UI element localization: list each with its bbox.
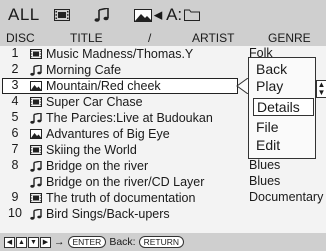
title-text: Morning Cafe bbox=[46, 63, 122, 77]
genre-cell: Blues bbox=[249, 158, 281, 172]
disc-number: 9 bbox=[11, 190, 19, 204]
title-text: The Parcies:Live at Budoukan bbox=[46, 111, 213, 125]
list-item[interactable]: 8 Bridge on the river Blues bbox=[0, 158, 326, 174]
return-key-label: RETURN bbox=[138, 236, 184, 248]
music-note-icon bbox=[30, 64, 44, 76]
disc-number: 6 bbox=[11, 126, 19, 140]
title-cell: Bird Sings/Back-upers bbox=[30, 206, 170, 222]
title-cell: Morning Cafe bbox=[30, 62, 121, 78]
right-arrow-icon: ▶ bbox=[40, 236, 51, 248]
enter-key-label: ENTER bbox=[67, 236, 107, 248]
column-header: DISC TITLE / ARTIST GENRE bbox=[0, 30, 326, 46]
film-icon bbox=[30, 193, 44, 203]
title-text: Super Car Chase bbox=[46, 95, 143, 109]
popup-pointer bbox=[236, 78, 248, 94]
picture-icon bbox=[30, 81, 44, 91]
film-icon[interactable] bbox=[53, 9, 70, 21]
context-menu: Back Play Details File Edit bbox=[248, 57, 316, 159]
title-cell: Advantures of Big Eye bbox=[30, 126, 170, 142]
menu-item-play[interactable]: Play bbox=[253, 78, 312, 94]
title-cell: Mountain/Red cheek bbox=[30, 78, 161, 94]
disc-number: 1 bbox=[11, 46, 19, 60]
film-icon bbox=[30, 97, 44, 107]
list-item[interactable]: 9 The truth of documentation Documentary bbox=[0, 190, 326, 206]
title-cell: Bridge on the river bbox=[30, 158, 148, 174]
music-note-icon[interactable] bbox=[94, 8, 110, 22]
disc-number: 8 bbox=[11, 158, 19, 172]
disc-header: DISC bbox=[6, 31, 35, 45]
genre-cell: Blues bbox=[249, 174, 281, 188]
title-header: TITLE bbox=[70, 31, 103, 45]
disc-number: 3 bbox=[11, 78, 19, 92]
title-cell: Music Madness/Thomas.Y bbox=[30, 46, 193, 62]
up-arrow-icon: ▲ bbox=[16, 236, 27, 248]
title-text: Skiing the World bbox=[46, 143, 137, 157]
title-text: The truth of documentation bbox=[46, 191, 196, 205]
all-filter[interactable]: ALL bbox=[8, 5, 40, 25]
title-cell: The truth of documentation bbox=[30, 190, 195, 206]
film-icon bbox=[30, 49, 44, 59]
title-cell: The Parcies:Live at Budoukan bbox=[30, 110, 213, 126]
title-text: Bridge on the river bbox=[46, 159, 149, 173]
disc-number: 10 bbox=[8, 206, 22, 220]
film-icon bbox=[30, 145, 44, 155]
picture-icon[interactable] bbox=[133, 8, 152, 22]
down-arrow-icon: ▼ bbox=[28, 236, 39, 248]
music-note-icon bbox=[30, 160, 44, 172]
top-bar: ALL ◂ A: bbox=[0, 0, 326, 30]
list-item[interactable]: Bridge on the river/CD Layer Blues bbox=[0, 174, 326, 190]
disc-number: 7 bbox=[11, 142, 19, 156]
left-arrow-icon: ◀ bbox=[4, 236, 15, 248]
menu-item-details[interactable]: Details bbox=[253, 98, 314, 116]
title-text: Music Madness/Thomas.Y bbox=[46, 47, 194, 61]
back-text: Back: bbox=[109, 236, 136, 248]
dvd-file-browser: ALL ◂ A: DISC TITLE / ARTIST GENRE 1 Musi… bbox=[0, 0, 326, 251]
disc-number: 2 bbox=[11, 62, 19, 76]
picture-icon bbox=[30, 129, 44, 139]
disc-number: 4 bbox=[11, 94, 19, 108]
disc-number: 5 bbox=[11, 110, 19, 124]
title-cell: Super Car Chase bbox=[30, 94, 143, 110]
genre-cell: Documentary bbox=[249, 190, 324, 204]
header-slash: / bbox=[148, 31, 152, 45]
folder-prefix: ◂ A: bbox=[153, 5, 183, 24]
arrow-keys-icon: ◀ ▲ ▼ ▶ bbox=[4, 236, 52, 248]
arrow-separator: → bbox=[54, 236, 65, 248]
menu-item-edit[interactable]: Edit bbox=[253, 137, 312, 153]
music-note-icon bbox=[30, 112, 44, 124]
title-cell: Bridge on the river/CD Layer bbox=[30, 174, 204, 190]
menu-item-file[interactable]: File bbox=[253, 119, 312, 135]
title-cell: Skiing the World bbox=[30, 142, 137, 158]
folder-icon[interactable] bbox=[184, 9, 201, 21]
genre-header: GENRE bbox=[268, 31, 311, 45]
footer-help-bar: ◀ ▲ ▼ ▶ → ENTER Back: RETURN bbox=[0, 233, 326, 251]
title-text: Bridge on the river/CD Layer bbox=[46, 175, 205, 189]
artist-header: ARTIST bbox=[192, 31, 235, 45]
music-note-icon bbox=[30, 176, 44, 188]
list-item[interactable]: 10 Bird Sings/Back-upers bbox=[0, 206, 326, 222]
menu-item-back[interactable]: Back bbox=[253, 61, 312, 77]
title-text: Advantures of Big Eye bbox=[46, 127, 170, 141]
up-down-scroll-icon[interactable]: ▲ ▼ bbox=[316, 80, 326, 98]
music-note-icon bbox=[30, 208, 44, 220]
title-text: Mountain/Red cheek bbox=[46, 79, 161, 93]
title-text: Bird Sings/Back-upers bbox=[46, 207, 170, 221]
